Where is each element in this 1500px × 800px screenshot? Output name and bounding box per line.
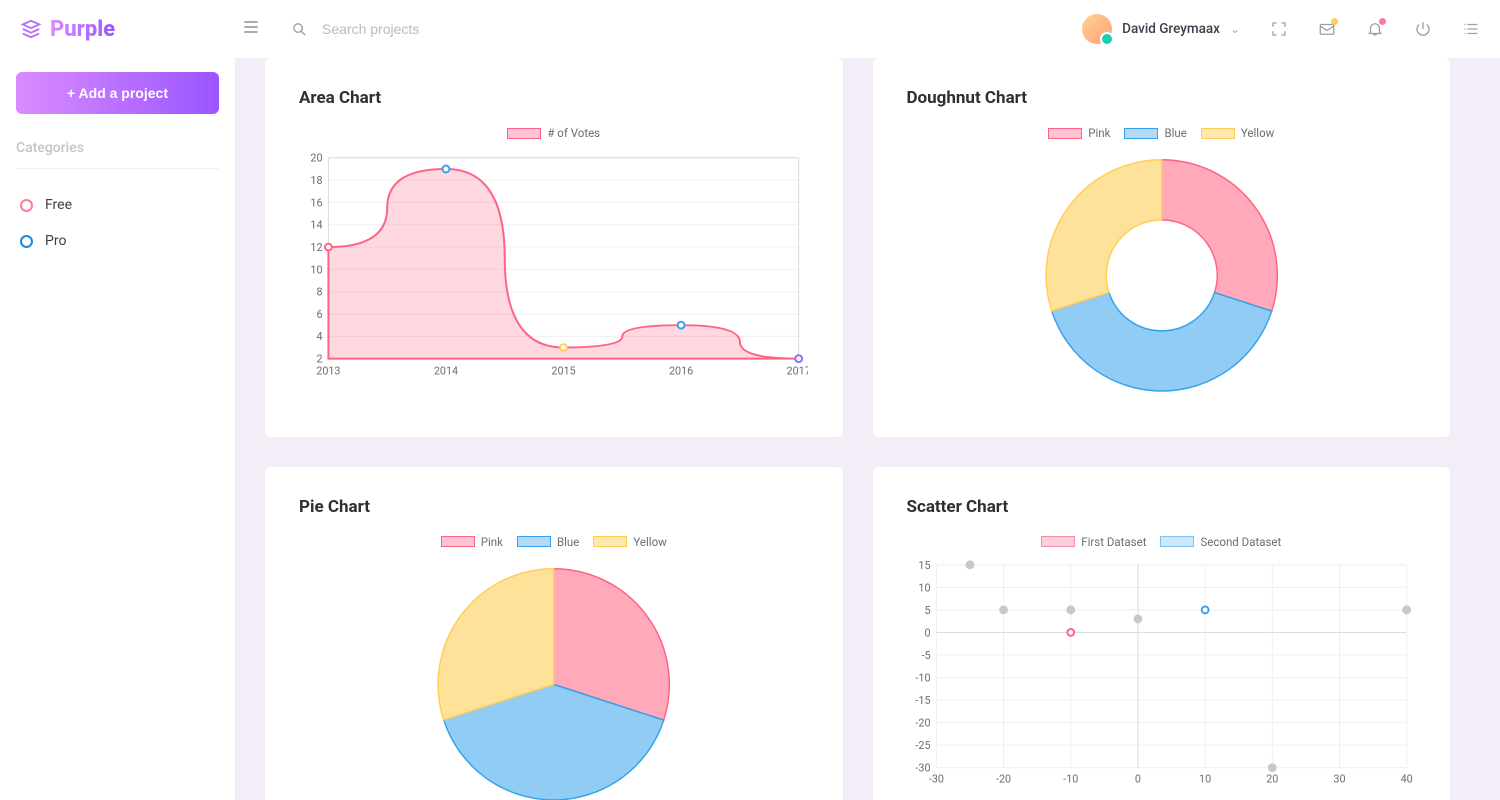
svg-text:-30: -30 bbox=[928, 772, 943, 785]
top-bar: Purple David Greymaax ⌄ bbox=[0, 0, 1500, 58]
doughnut-legend: Pink Blue Yellow bbox=[907, 126, 1417, 140]
svg-text:12: 12 bbox=[310, 241, 322, 254]
pie-chart bbox=[299, 557, 808, 800]
svg-text:10: 10 bbox=[310, 263, 322, 276]
card-title: Scatter Chart bbox=[907, 497, 1417, 517]
legend-item[interactable]: Second Dataset bbox=[1160, 535, 1281, 549]
legend-item[interactable]: First Dataset bbox=[1041, 535, 1146, 549]
svg-text:0: 0 bbox=[1134, 772, 1140, 785]
sidebar-item-label: Free bbox=[45, 197, 72, 213]
svg-text:10: 10 bbox=[1199, 772, 1211, 785]
svg-text:2014: 2014 bbox=[434, 364, 458, 377]
area-legend: # of Votes bbox=[299, 126, 809, 140]
svg-text:-20: -20 bbox=[996, 772, 1011, 785]
doughnut-chart bbox=[907, 148, 1417, 403]
legend-item[interactable]: Yellow bbox=[593, 535, 666, 549]
pie-legend: Pink Blue Yellow bbox=[299, 535, 809, 549]
svg-text:20: 20 bbox=[1266, 772, 1278, 785]
svg-text:16: 16 bbox=[310, 196, 322, 209]
add-project-button[interactable]: + Add a project bbox=[16, 72, 219, 114]
area-chart: 246810121416182020132014201520162017 bbox=[299, 148, 808, 383]
sidebar-item-label: Pro bbox=[45, 233, 66, 249]
svg-text:8: 8 bbox=[316, 286, 322, 299]
sidebar-item-pro[interactable]: Pro bbox=[16, 223, 219, 259]
legend-item[interactable]: Blue bbox=[517, 535, 579, 549]
menu-toggle-icon[interactable] bbox=[241, 17, 261, 41]
bell-icon[interactable] bbox=[1366, 20, 1384, 38]
svg-text:0: 0 bbox=[924, 626, 930, 639]
svg-text:-10: -10 bbox=[915, 671, 930, 684]
user-menu[interactable]: David Greymaax ⌄ bbox=[1082, 14, 1240, 44]
sidebar-item-free[interactable]: Free bbox=[16, 187, 219, 223]
legend-item[interactable]: Pink bbox=[441, 535, 503, 549]
categories-heading: Categories bbox=[16, 140, 219, 169]
scatter-legend: First Dataset Second Dataset bbox=[907, 535, 1417, 549]
legend-item[interactable]: Yellow bbox=[1201, 126, 1274, 140]
svg-text:40: 40 bbox=[1400, 772, 1412, 785]
logo[interactable]: Purple bbox=[20, 17, 235, 42]
pie-chart-card: Pie Chart Pink Blue Yellow bbox=[265, 467, 843, 800]
svg-text:2016: 2016 bbox=[669, 364, 693, 377]
scatter-chart-card: Scatter Chart First Dataset Second Datas… bbox=[873, 467, 1451, 800]
search-input[interactable] bbox=[322, 21, 582, 37]
svg-text:30: 30 bbox=[1333, 772, 1345, 785]
mail-icon[interactable] bbox=[1318, 20, 1336, 38]
svg-text:-30: -30 bbox=[915, 761, 930, 774]
svg-text:-20: -20 bbox=[915, 716, 930, 729]
area-chart-card: Area Chart # of Votes 246810121416182020… bbox=[265, 58, 843, 437]
card-title: Pie Chart bbox=[299, 497, 809, 517]
topbar-right: David Greymaax ⌄ bbox=[1082, 14, 1480, 44]
search bbox=[291, 21, 582, 38]
dot-icon bbox=[20, 235, 33, 248]
svg-text:-15: -15 bbox=[915, 694, 930, 707]
svg-text:20: 20 bbox=[310, 152, 322, 165]
card-title: Doughnut Chart bbox=[907, 88, 1417, 108]
svg-text:2013: 2013 bbox=[316, 364, 340, 377]
avatar bbox=[1082, 14, 1112, 44]
logo-icon bbox=[20, 18, 42, 40]
legend-item[interactable]: # of Votes bbox=[507, 126, 600, 140]
main-content: Area Chart # of Votes 246810121416182020… bbox=[235, 58, 1480, 800]
legend-item[interactable]: Blue bbox=[1124, 126, 1186, 140]
scatter-chart: -30 -20 -10 0 10 20 30 40 -30 -25 -20 -15 -10 -5 0 5 10 1… bbox=[907, 557, 1416, 792]
sidebar: + Add a project Categories Free Pro bbox=[0, 58, 235, 800]
svg-text:2015: 2015 bbox=[551, 364, 575, 377]
svg-text:5: 5 bbox=[924, 604, 930, 617]
doughnut-chart-card: Doughnut Chart Pink Blue Yellow bbox=[873, 58, 1451, 437]
svg-text:10: 10 bbox=[918, 581, 930, 594]
svg-text:4: 4 bbox=[316, 330, 322, 343]
chevron-down-icon: ⌄ bbox=[1230, 22, 1240, 36]
legend-item[interactable]: Pink bbox=[1048, 126, 1110, 140]
svg-text:-25: -25 bbox=[915, 739, 930, 752]
settings-list-icon[interactable] bbox=[1462, 20, 1480, 38]
fullscreen-icon[interactable] bbox=[1270, 20, 1288, 38]
search-icon bbox=[291, 21, 308, 38]
svg-text:2017: 2017 bbox=[787, 364, 809, 377]
svg-text:18: 18 bbox=[310, 174, 322, 187]
svg-text:14: 14 bbox=[310, 219, 322, 232]
power-icon[interactable] bbox=[1414, 20, 1432, 38]
card-title: Area Chart bbox=[299, 88, 809, 108]
svg-text:15: 15 bbox=[918, 559, 930, 572]
svg-text:-5: -5 bbox=[921, 649, 930, 662]
user-name: David Greymaax bbox=[1122, 21, 1220, 37]
dot-icon bbox=[20, 199, 33, 212]
brand-name: Purple bbox=[50, 17, 115, 42]
svg-text:-10: -10 bbox=[1063, 772, 1078, 785]
svg-text:6: 6 bbox=[316, 308, 322, 321]
